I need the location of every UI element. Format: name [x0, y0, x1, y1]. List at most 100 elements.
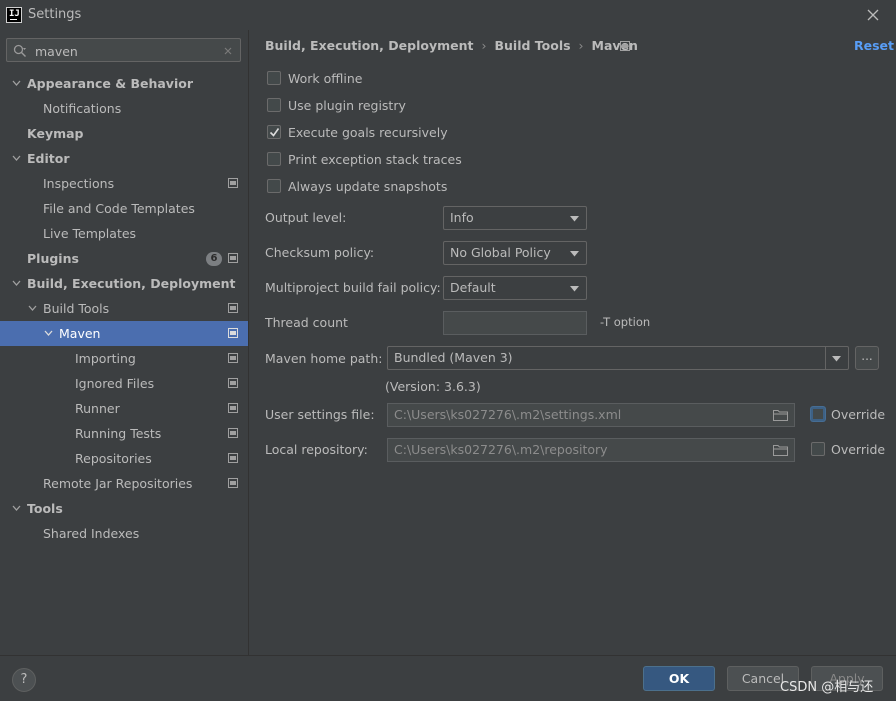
print-stack-traces-checkbox[interactable]	[267, 152, 281, 166]
project-settings-icon	[228, 428, 238, 438]
sidebar-item-build-execution-deployment[interactable]: Build, Execution, Deployment	[0, 271, 248, 296]
update-snapshots-checkbox[interactable]	[267, 179, 281, 193]
chevron-down-icon	[28, 305, 37, 311]
folder-icon[interactable]	[773, 409, 788, 421]
sidebar-item-appearance-behavior[interactable]: Appearance & Behavior	[0, 71, 248, 96]
sidebar-item-remote-jar-repositories[interactable]: Remote Jar Repositories	[0, 471, 248, 496]
sidebar-item-label: Appearance & Behavior	[27, 76, 193, 91]
project-settings-icon	[228, 403, 238, 413]
breadcrumb-current: Maven	[591, 38, 638, 53]
browse-maven-home-button[interactable]: ...	[855, 346, 879, 370]
fail-policy-label: Multiproject build fail policy:	[265, 280, 441, 295]
sidebar-item-file-code-templates[interactable]: File and Code Templates	[0, 196, 248, 221]
sidebar-item-notifications[interactable]: Notifications	[0, 96, 248, 121]
sidebar-item-inspections[interactable]: Inspections	[0, 171, 248, 196]
chevron-down-icon	[12, 155, 21, 161]
user-settings-label: User settings file:	[265, 407, 375, 422]
local-repository-override-checkbox[interactable]	[811, 442, 825, 456]
sidebar-item-label: Ignored Files	[75, 376, 155, 391]
intellij-logo-icon: IJ	[6, 7, 22, 23]
sidebar-item-maven[interactable]: Maven	[0, 321, 248, 346]
checkbox-label: Override	[831, 442, 886, 457]
search-input[interactable]	[35, 42, 215, 60]
field-value: C:\Users\ks027276\.m2\settings.xml	[394, 407, 622, 422]
dropdown-value: No Global Policy	[450, 245, 551, 260]
dropdown-arrow-icon	[570, 216, 579, 222]
project-settings-icon	[228, 378, 238, 388]
checkbox-label: Use plugin registry	[288, 98, 406, 113]
project-settings-icon	[228, 353, 238, 363]
settings-search[interactable]	[6, 38, 241, 62]
dialog-button-bar: ? OK Cancel Apply	[0, 655, 896, 701]
local-repository-label: Local repository:	[265, 442, 368, 457]
user-settings-field[interactable]: C:\Users\ks027276\.m2\settings.xml	[387, 403, 795, 427]
checkbox-label: Always update snapshots	[288, 179, 448, 194]
breadcrumb: Build, Execution, Deployment › Build Tools…	[265, 38, 638, 54]
reset-link[interactable]: Reset	[854, 38, 894, 53]
sidebar-divider	[248, 30, 249, 655]
project-settings-icon	[228, 453, 238, 463]
sidebar-item-running-tests[interactable]: Running Tests	[0, 421, 248, 446]
settings-sidebar: Appearance & Behavior Notifications Keym…	[0, 30, 248, 655]
sidebar-item-live-templates[interactable]: Live Templates	[0, 221, 248, 246]
fail-policy-dropdown[interactable]: Default	[443, 276, 587, 300]
sidebar-item-label: Remote Jar Repositories	[43, 476, 193, 491]
sidebar-item-keymap[interactable]: Keymap	[0, 121, 248, 146]
sidebar-item-shared-indexes[interactable]: Shared Indexes	[0, 521, 248, 546]
breadcrumb-separator: ›	[481, 38, 487, 53]
ok-button[interactable]: OK	[643, 666, 715, 691]
checksum-policy-label: Checksum policy:	[265, 245, 375, 260]
thread-count-input[interactable]	[443, 311, 587, 335]
combobox-value: Bundled (Maven 3)	[394, 350, 513, 365]
checksum-policy-dropdown[interactable]: No Global Policy	[443, 241, 587, 265]
window-title: Settings	[28, 7, 82, 22]
thread-count-hint: -T option	[600, 315, 651, 329]
title-bar: IJ Settings	[0, 0, 896, 30]
breadcrumb-item[interactable]: Build, Execution, Deployment	[265, 38, 473, 53]
sidebar-item-build-tools[interactable]: Build Tools	[0, 296, 248, 321]
field-value: C:\Users\ks027276\.m2\repository	[394, 442, 608, 457]
output-level-label: Output level:	[265, 210, 347, 225]
sidebar-item-label: File and Code Templates	[43, 201, 195, 216]
sidebar-item-repositories[interactable]: Repositories	[0, 446, 248, 471]
sidebar-item-label: Maven	[59, 326, 101, 341]
maven-home-combobox[interactable]: Bundled (Maven 3)	[387, 346, 849, 370]
sidebar-item-label: Tools	[27, 501, 63, 516]
plugin-registry-checkbox[interactable]	[267, 98, 281, 112]
folder-icon[interactable]	[773, 444, 788, 456]
sidebar-item-plugins[interactable]: Plugins 6	[0, 246, 248, 271]
chevron-down-icon	[12, 280, 21, 286]
sidebar-item-tools[interactable]: Tools	[0, 496, 248, 521]
sidebar-item-label: Runner	[75, 401, 120, 416]
execute-goals-recursively-checkbox[interactable]	[267, 125, 281, 139]
chevron-down-icon	[12, 80, 21, 86]
breadcrumb-item[interactable]: Build Tools	[494, 38, 570, 53]
work-offline-checkbox[interactable]	[267, 71, 281, 85]
sidebar-item-editor[interactable]: Editor	[0, 146, 248, 171]
dropdown-arrow-icon	[832, 356, 841, 362]
sidebar-item-ignored-files[interactable]: Ignored Files	[0, 371, 248, 396]
sidebar-item-importing[interactable]: Importing	[0, 346, 248, 371]
user-settings-override-checkbox[interactable]	[811, 407, 825, 421]
close-icon[interactable]	[862, 4, 884, 26]
thread-count-label: Thread count	[265, 315, 348, 330]
chevron-down-icon	[12, 505, 21, 511]
project-settings-icon	[620, 41, 630, 51]
chevron-down-icon	[44, 330, 53, 336]
sidebar-item-label: Plugins	[27, 251, 79, 266]
local-repository-field[interactable]: C:\Users\ks027276\.m2\repository	[387, 438, 795, 462]
clear-search-icon[interactable]	[222, 45, 234, 57]
sidebar-item-label: Repositories	[75, 451, 152, 466]
checkmark-icon	[269, 128, 280, 137]
output-level-dropdown[interactable]: Info	[443, 206, 587, 230]
search-icon	[13, 44, 27, 58]
sidebar-item-label: Keymap	[27, 126, 84, 141]
checkbox-label: Override	[831, 407, 886, 422]
breadcrumb-separator: ›	[578, 38, 584, 53]
sidebar-item-label: Shared Indexes	[43, 526, 140, 541]
sidebar-item-label: Notifications	[43, 101, 122, 116]
help-button[interactable]: ?	[12, 668, 36, 692]
sidebar-item-runner[interactable]: Runner	[0, 396, 248, 421]
project-settings-icon	[228, 303, 238, 313]
project-settings-icon	[228, 253, 238, 263]
